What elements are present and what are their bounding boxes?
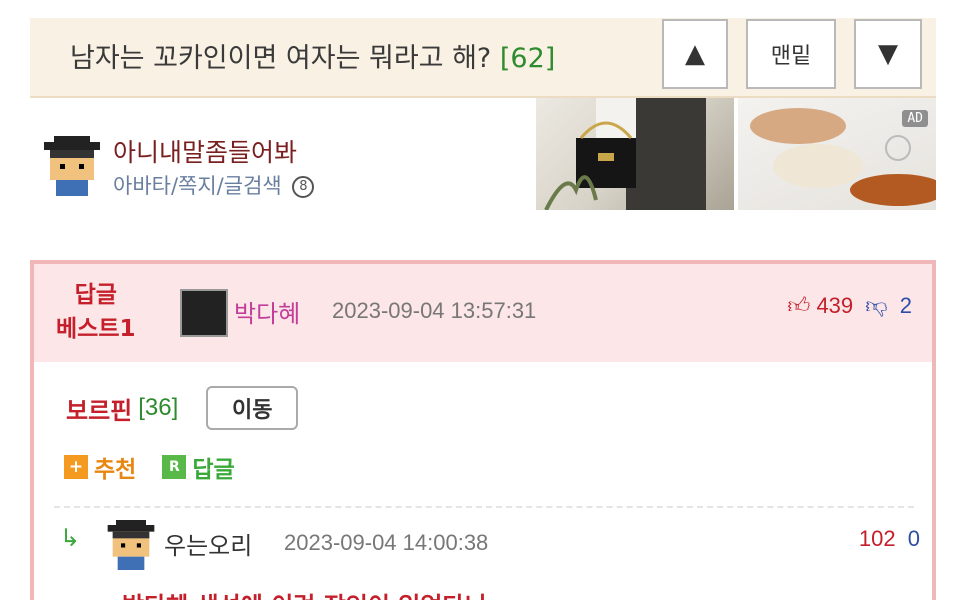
recommend-button[interactable]: 추천 [94,450,136,484]
ad-tag: AD [902,110,928,127]
downvote-count: 2 [899,293,912,318]
reply-upvote-count: 102 [858,526,896,551]
author-avatar[interactable] [42,136,102,196]
reply-votes: 102 0 [859,526,920,552]
reply-timestamp: 2023-09-04 14:00:38 [284,530,489,555]
reply-item: ↳ 우는오리 2023-09-04 14:00:38 102 0 [60,520,920,570]
reply-user-name[interactable]: 우는오리 [164,526,252,561]
plus-square-icon[interactable]: + [64,455,88,479]
reply-avatar[interactable] [106,520,156,570]
thumbs-up-icon[interactable]: 👍︎ [787,293,810,318]
comment-votes: 👍︎ 439 👎︎ 2 [787,292,912,319]
handbag-illustration [544,98,706,210]
upvote-count: 439 [816,293,854,318]
best-label-line2: 베스트1 [56,316,136,342]
author-links[interactable]: 아바타/쪽지/글검색 8 [113,170,315,200]
reply-button[interactable]: 답글 [192,450,234,484]
move-button[interactable]: 이동 [206,386,299,430]
r-square-icon[interactable]: R [162,455,187,479]
post-title-text: 남자는 꼬카인이면 여자는 뭐라고 해? [70,43,492,74]
triangle-down-icon: ▼ [878,39,898,69]
comment-divider [54,506,914,508]
reply-text-partial: 박다혜 생선에 이런 장인이 있었다니 [122,586,487,600]
commenter-name[interactable]: 박다혜 [234,294,300,329]
best-comment-header: 답글 베스트1 박다혜 2023-09-04 13:57:31 👍︎ 439 👎… [34,264,932,362]
best-label-line1: 답글 [74,282,117,308]
ad-image-shoes[interactable]: AD [738,98,936,210]
author-links-text[interactable]: 아바타/쪽지/글검색 [113,174,282,198]
comment-count: [62] [499,43,556,74]
commenter-avatar[interactable] [180,289,228,337]
page: 남자는 꼬카인이면 여자는 뭐라고 해? [62] ▲ 맨밑 ▼ 아니내말좀들어… [0,0,966,600]
comment-game-count: [36] [138,394,179,421]
comment-game-name: 보르핀 [66,396,133,425]
go-bottom-button[interactable]: 맨밑 [746,19,836,89]
scroll-up-button[interactable]: ▲ [662,19,728,89]
comment-actions: + 추천 R 답글 [64,450,235,484]
comment-body-row: 보르핀 [36] 이동 [66,386,299,430]
ad-image-bag[interactable] [536,98,734,210]
post-title: 남자는 꼬카인이면 여자는 뭐라고 해? [62] [70,36,555,75]
best-reply-label: 답글 베스트1 [56,278,135,346]
post-title-bar: 남자는 꼬카인이면 여자는 뭐라고 해? [62] ▲ 맨밑 ▼ [30,18,936,98]
comment-timestamp: 2023-09-04 13:57:31 [332,298,537,323]
author-name[interactable]: 아니내말좀들어봐 [113,133,297,169]
triangle-up-icon: ▲ [685,39,705,69]
thumbs-down-icon[interactable]: 👎︎ [865,293,887,318]
scroll-down-button[interactable]: ▼ [854,19,922,89]
reply-downvote-count: 0 [907,526,920,551]
reply-arrow-icon: ↳ [60,524,81,552]
best-comment-card: 답글 베스트1 박다혜 2023-09-04 13:57:31 👍︎ 439 👎… [30,260,936,600]
level-badge-icon: 8 [292,176,315,198]
